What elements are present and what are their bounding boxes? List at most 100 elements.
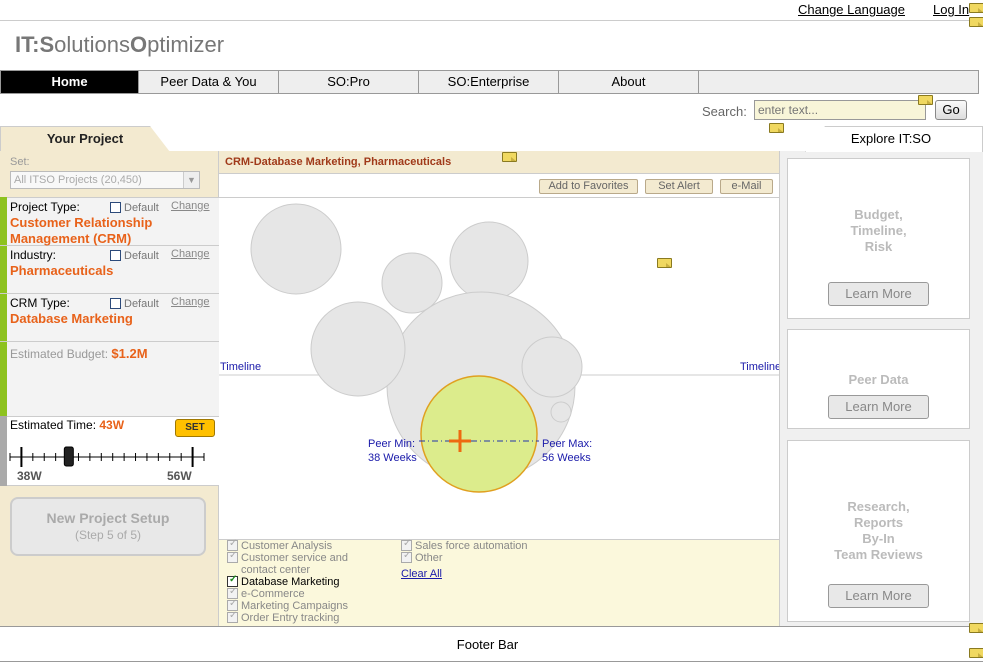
learn-more-button[interactable]: Learn More <box>828 282 929 306</box>
tab-so-enterprise[interactable]: SO:Enterprise <box>419 71 559 93</box>
slider-thumb[interactable] <box>63 446 74 467</box>
filter-checkbox[interactable]: Sales force automation <box>401 538 528 552</box>
search-label: Search: <box>702 104 747 119</box>
timeline-right-label: Timeline <box>740 361 782 373</box>
project-type-default[interactable]: Default <box>110 200 159 214</box>
card-title: Budget, Timeline, Risk <box>850 207 907 254</box>
header-divider <box>0 20 983 21</box>
project-set-select[interactable]: All ITSO Projects (20,450) ▼ <box>10 171 200 189</box>
divider <box>0 293 219 294</box>
add-to-favorites-button[interactable]: Add to Favorites <box>539 179 638 194</box>
new-project-setup-button[interactable]: New Project Setup (Step 5 of 5) <box>10 497 206 556</box>
center-title: CRM-Database Marketing, Pharmaceuticals <box>225 156 452 168</box>
learn-more-button[interactable]: Learn More <box>828 395 929 419</box>
crm-type-value: Database Marketing <box>10 311 133 326</box>
slider-max-label: 56W <box>167 469 192 483</box>
project-bubble <box>420 375 538 493</box>
checkbox[interactable] <box>227 610 238 623</box>
time-value: 43W <box>99 418 125 432</box>
card-title: Peer Data <box>848 372 909 387</box>
filter-checkbox[interactable]: Customer Analysis <box>227 538 332 552</box>
fields-status-bar <box>0 197 7 416</box>
sticky-note-icon[interactable] <box>969 17 983 27</box>
filter-checkbox[interactable]: Marketing Campaigns <box>227 598 348 612</box>
filter-label: contact center <box>241 564 311 576</box>
sticky-note-icon[interactable] <box>969 648 983 658</box>
project-type-value-line2: Management (CRM) <box>10 231 132 246</box>
tab-so-pro[interactable]: SO:Pro <box>279 71 419 93</box>
checkbox[interactable] <box>227 550 238 563</box>
filter-label: Order Entry tracking <box>241 612 340 624</box>
explore-tab-label: Explore IT:SO <box>850 131 932 146</box>
card-peer-data: Peer Data Learn More <box>787 329 970 429</box>
filter-label: e-Commerce <box>241 588 305 600</box>
tab-about[interactable]: About <box>559 71 699 93</box>
set-label: Set: <box>10 156 30 168</box>
set-time-button[interactable]: SET <box>175 419 215 437</box>
search-input[interactable] <box>754 100 926 120</box>
set-alert-button[interactable]: Set Alert <box>645 179 713 194</box>
project-type-label: Project Type: <box>10 200 80 214</box>
time-slider[interactable] <box>8 445 208 470</box>
filter-label: Marketing Campaigns <box>241 600 348 612</box>
peer-bubble <box>381 252 443 314</box>
your-project-tab-label: Your Project <box>46 131 124 146</box>
login-link[interactable]: Log In <box>933 2 969 17</box>
industry-value: Pharmaceuticals <box>10 263 114 278</box>
filter-label: Other <box>415 552 443 564</box>
filter-label: Database Marketing <box>241 576 340 588</box>
industry-change-link[interactable]: Change <box>171 248 210 260</box>
setup-step: (Step 5 of 5) <box>74 528 142 542</box>
tab-peer-data[interactable]: Peer Data & You <box>139 71 279 93</box>
sticky-note-icon[interactable] <box>969 3 983 13</box>
filter-checkbox[interactable]: Customer service and <box>227 550 348 564</box>
filter-checkbox[interactable]: e-Commerce <box>227 586 305 600</box>
peer-bubble <box>449 221 529 301</box>
filter-checkbox[interactable]: Other <box>401 550 443 564</box>
project-type-value: Customer Relationship <box>10 215 153 230</box>
slider-min-label: 38W <box>17 469 42 483</box>
checkbox[interactable] <box>110 250 121 261</box>
peer-bubble <box>250 203 342 295</box>
sticky-note-icon[interactable] <box>502 152 517 162</box>
filter-checkbox[interactable]: Order Entry tracking <box>227 610 340 624</box>
filter-label-continuation: contact center <box>241 564 310 576</box>
peer-min: Peer Min: 38 Weeks <box>368 438 417 464</box>
crm-type-default[interactable]: Default <box>110 296 159 310</box>
main-nav: Home Peer Data & You SO:Pro SO:Enterpris… <box>0 70 979 94</box>
industry-default[interactable]: Default <box>110 248 159 262</box>
tab-home[interactable]: Home <box>1 71 139 93</box>
card-research: Research, Reports By-In Team Reviews Lea… <box>787 440 970 622</box>
clear-all-link[interactable]: Clear All <box>401 568 442 580</box>
peer-max: Peer Max: 56 Weeks <box>542 438 593 464</box>
estimated-time: Estimated Time: 43W <box>10 418 125 432</box>
search-go-button[interactable]: Go <box>935 100 967 120</box>
timeline-left-label: Timeline <box>220 361 262 373</box>
crm-type-change-link[interactable]: Change <box>171 296 210 308</box>
sticky-note-icon[interactable] <box>918 95 933 105</box>
filter-label: Sales force automation <box>415 540 528 552</box>
divider <box>0 341 219 342</box>
card-title: Research, Reports By-In Team Reviews <box>834 499 923 562</box>
filter-label: Customer service and <box>241 552 348 564</box>
sticky-note-icon[interactable] <box>769 123 784 133</box>
time-status-bar <box>0 416 7 486</box>
checkbox[interactable] <box>110 202 121 213</box>
chevron-down-icon[interactable]: ▼ <box>183 172 199 188</box>
timeline-bubble-chart <box>219 203 779 493</box>
checkbox[interactable] <box>401 550 412 563</box>
budget-value: $1.2M <box>111 346 148 361</box>
sticky-note-icon[interactable] <box>969 623 983 633</box>
peer-bubble <box>521 336 583 398</box>
learn-more-button[interactable]: Learn More <box>828 584 929 608</box>
filter-checkbox[interactable]: Database Marketing <box>227 574 340 588</box>
project-type-change-link[interactable]: Change <box>171 200 210 212</box>
footer-label: Footer Bar <box>456 637 519 652</box>
app-logo: IT:SolutionsOptimizer <box>15 32 225 57</box>
sticky-note-icon[interactable] <box>657 258 672 268</box>
change-language-link[interactable]: Change Language <box>798 2 905 17</box>
checkbox[interactable] <box>110 298 121 309</box>
peer-bubble <box>310 301 406 397</box>
industry-label: Industry: <box>10 248 57 262</box>
email-button[interactable]: e-Mail <box>720 179 773 194</box>
